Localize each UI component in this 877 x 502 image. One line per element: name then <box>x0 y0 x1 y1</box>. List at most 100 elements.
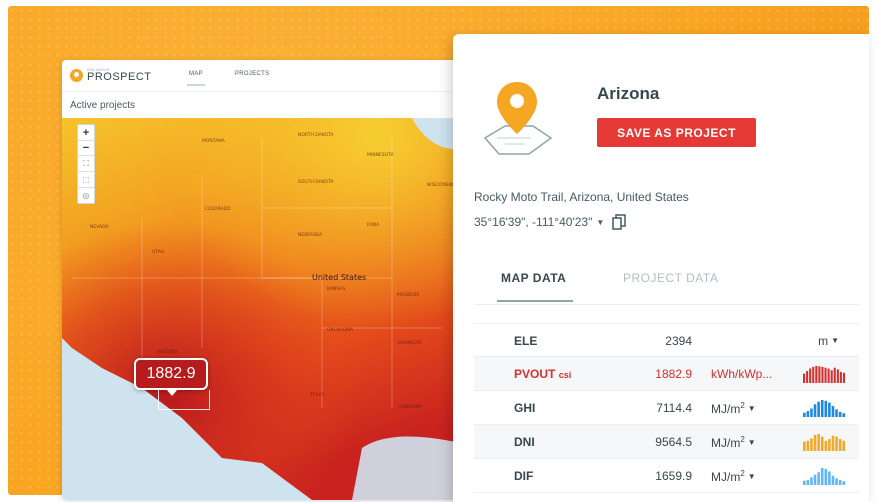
sparkline-bar <box>842 440 845 451</box>
sparkline-bar <box>810 477 813 485</box>
sparkline-bar <box>839 371 842 383</box>
sparkline-bar <box>809 368 812 383</box>
unit-select[interactable]: m ▼ <box>818 334 839 348</box>
sparkline-bar <box>835 478 838 485</box>
sparkline-bar <box>803 441 806 451</box>
sparkline-bar <box>821 366 824 383</box>
unit-label: kWh/kWp... <box>711 367 773 381</box>
sparkline-bar <box>806 411 810 417</box>
active-tab-indicator <box>497 300 573 302</box>
unit-select[interactable]: MJ/m2 ▼ <box>711 435 756 450</box>
sparkline-bar <box>803 373 806 383</box>
sparkline-bar <box>803 412 806 417</box>
coordinates-row: 35°16'39", -111°40'23" ▼ <box>474 214 627 230</box>
map-controls: + − ⛶ ⬚ ◎ <box>77 124 95 204</box>
label-iowa: IOWA <box>367 222 380 228</box>
monthly-sparkline <box>803 400 845 417</box>
sparkline-bar <box>812 366 815 383</box>
sparkline-bar <box>803 480 806 485</box>
sparkline-bar <box>813 404 817 417</box>
unit-dropdown-icon: ▼ <box>747 438 756 447</box>
param-subscript: csi <box>558 370 572 380</box>
sparkline-bar <box>838 479 842 485</box>
save-as-project-button[interactable]: SAVE AS PROJECT <box>597 118 756 147</box>
param-name: ELE <box>514 334 538 348</box>
sparkline-bar <box>828 402 831 417</box>
label-arkansas: ARKANSAS <box>397 340 422 346</box>
sparkline-bar <box>818 366 821 383</box>
monthly-sparkline <box>803 468 845 485</box>
active-projects-label: Active projects <box>70 99 136 111</box>
app-header: SOLARGIS PROSPECT MAP PROJECTS <box>62 60 482 92</box>
sparkline-bar <box>820 436 824 451</box>
sparkline-bar <box>817 472 820 485</box>
table-row-dif[interactable]: DIF 1659.9 MJ/m2 ▼ <box>474 459 859 493</box>
sparkline-bar <box>831 435 835 451</box>
table-row-pvout[interactable]: PVOUT csi 1882.9 kWh/kWp... <box>474 357 859 391</box>
fullscreen-icon[interactable]: ⛶ <box>78 155 94 171</box>
sparkline-bar <box>806 371 809 383</box>
screenshot-frame: SOLARGIS PROSPECT MAP PROJECTS Active pr… <box>0 0 877 502</box>
copy-icon[interactable] <box>612 214 627 230</box>
param-value: 9564.5 <box>655 435 692 449</box>
sparkline-bar <box>842 481 845 485</box>
label-montana: MONTANA <box>202 138 226 144</box>
sparkline-bar <box>817 401 820 417</box>
coordinate-format-dropdown-icon[interactable]: ▼ <box>596 218 604 227</box>
map-value-popup[interactable]: 1882.9 <box>134 358 208 396</box>
coordinates-text: 35°16'39", -111°40'23" <box>474 215 593 229</box>
tab-projects[interactable]: PROJECTS <box>235 71 269 77</box>
monthly-sparkline <box>803 434 845 451</box>
locate-icon[interactable]: ◎ <box>78 187 94 203</box>
place-title: Arizona <box>597 84 660 103</box>
sparkline-bar <box>820 400 824 417</box>
param-value: 1659.9 <box>655 469 692 483</box>
tab-map[interactable]: MAP <box>187 71 205 86</box>
param-value: 2394 <box>665 334 692 348</box>
sparkline-bar <box>824 468 828 485</box>
sparkline-bar <box>806 440 810 451</box>
unit-dropdown-icon: ▼ <box>747 404 756 413</box>
unit-select[interactable]: MJ/m2 ▼ <box>711 469 756 484</box>
solar-map[interactable]: NORTH DAKOTA SOUTH DAKOTA MINNESOTA NEBR… <box>62 118 482 500</box>
location-pin-icon <box>483 82 553 155</box>
unit-select[interactable]: MJ/m2 ▼ <box>711 401 756 416</box>
select-area-icon[interactable]: ⬚ <box>78 171 94 187</box>
sparkline-bar <box>838 411 842 417</box>
tab-map-data[interactable]: MAP DATA <box>501 271 566 285</box>
label-louisiana: LOUISIANA <box>398 404 423 410</box>
param-name: DIF <box>514 469 534 483</box>
logo-main-text: PROSPECT <box>87 71 152 83</box>
sparkline-bar <box>810 438 813 451</box>
sparkline-bar <box>831 475 835 485</box>
sparkline-bar <box>815 366 818 383</box>
zoom-out-button[interactable]: − <box>78 140 94 155</box>
zoom-in-button[interactable]: + <box>78 125 94 140</box>
label-north-dakota: NORTH DAKOTA <box>298 132 334 138</box>
unit-dropdown-icon: ▼ <box>747 472 756 481</box>
table-row-ele[interactable]: ELE 2394 m ▼ <box>474 323 859 357</box>
sparkline-bar <box>836 369 839 383</box>
tab-project-data[interactable]: PROJECT DATA <box>623 271 718 285</box>
sparkline-bar <box>824 400 828 417</box>
label-south-dakota: SOUTH DAKOTA <box>298 179 334 185</box>
label-missouri: MISSOURI <box>397 292 419 298</box>
map-app-window: SOLARGIS PROSPECT MAP PROJECTS Active pr… <box>62 60 482 500</box>
sparkline-bar <box>838 439 842 451</box>
sparkline-bar <box>828 439 831 451</box>
param-value: 1882.9 <box>655 367 692 381</box>
sparkline-bar <box>842 372 845 383</box>
label-minnesota: MINNESOTA <box>367 152 395 158</box>
table-row-ghi[interactable]: GHI 7114.4 MJ/m2 ▼ <box>474 391 859 425</box>
table-row-dni[interactable]: DNI 9564.5 MJ/m2 ▼ <box>474 425 859 459</box>
label-wisconsin: WISCONSIN <box>427 182 453 188</box>
sparkline-bar <box>806 479 810 485</box>
sparkline-bar <box>833 367 836 383</box>
label-nevada: NEVADA <box>90 224 109 230</box>
app-logo[interactable]: SOLARGIS PROSPECT <box>87 68 152 83</box>
param-name: DNI <box>514 435 535 449</box>
tab-divider <box>474 304 859 305</box>
sparkline-bar <box>824 440 828 451</box>
label-oklahoma: OKLAHOMA <box>327 327 354 333</box>
sparkline-bar <box>831 405 835 417</box>
